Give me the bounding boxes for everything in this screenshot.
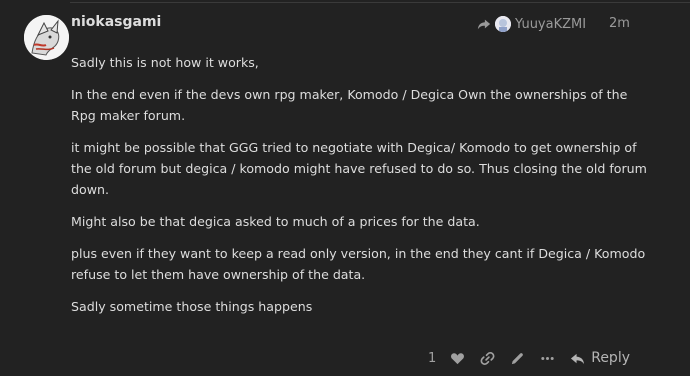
reply-to-link[interactable]: YuuyaKZMI — [477, 14, 586, 34]
reply-button[interactable]: Reply — [570, 350, 630, 366]
post-paragraph: In the end even if the devs own rpg make… — [71, 87, 628, 123]
reply-to-username: YuuyaKZMI — [515, 16, 587, 32]
reply-arrow-icon — [571, 353, 585, 364]
post-paragraph: Sadly sometime those things happens — [71, 299, 313, 314]
post-actions: 1 Reply — [428, 345, 630, 371]
link-icon — [480, 351, 495, 365]
post-divider — [70, 2, 690, 3]
more-actions-button[interactable] — [532, 345, 562, 371]
user-avatar[interactable] — [24, 15, 69, 60]
reply-button-label: Reply — [591, 350, 630, 366]
edit-button[interactable] — [502, 345, 532, 371]
pencil-icon — [511, 352, 523, 364]
share-link-button[interactable] — [472, 345, 502, 371]
forum-post: niokasgami YuuyaKZMI 2m Sadly this is no… — [0, 0, 690, 376]
post-username[interactable]: niokasgami — [71, 14, 161, 30]
reply-arrow-icon — [477, 19, 491, 30]
post-paragraph: it might be possible that GGG tried to n… — [71, 140, 647, 197]
post-paragraph: Sadly this is not how it works, — [71, 55, 259, 70]
post-timestamp[interactable]: 2m — [609, 16, 630, 31]
post-body: Sadly this is not how it works, In the e… — [71, 52, 651, 328]
like-count[interactable]: 1 — [428, 351, 436, 366]
heart-icon — [450, 352, 464, 364]
post-paragraph: plus even if they want to keep a read on… — [71, 246, 646, 282]
reply-user-avatar — [495, 16, 511, 32]
like-button[interactable] — [442, 345, 472, 371]
ellipsis-icon — [541, 356, 554, 360]
post-paragraph: Might also be that degica asked to much … — [71, 214, 480, 229]
